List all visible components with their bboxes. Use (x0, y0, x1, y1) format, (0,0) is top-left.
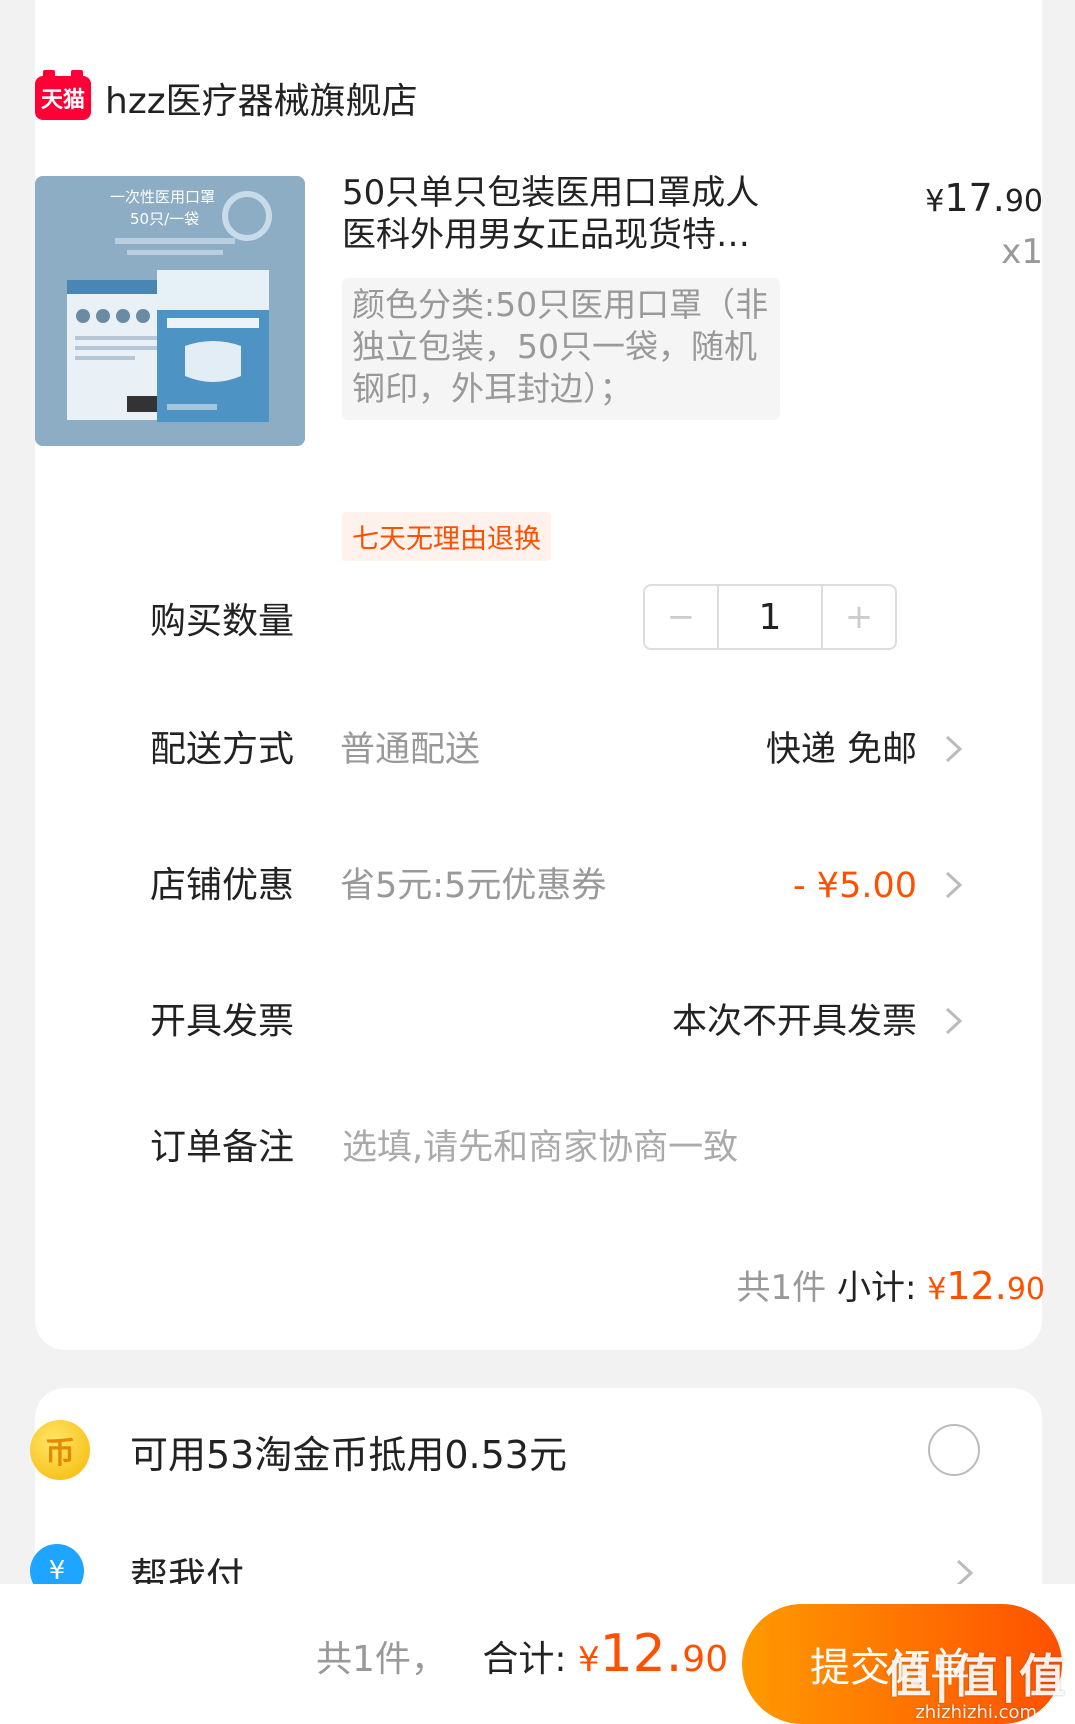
decrement-button[interactable]: − (645, 586, 717, 648)
invoice-value: 本次不开具发票 (671, 1002, 917, 1042)
total-integer: 12. (599, 1624, 683, 1684)
remark-row: 订单备注 (0, 1118, 1007, 1178)
subtotal-amount: ¥12.90 (927, 1264, 1045, 1308)
watermark: 值|值|值 zhizhizhi.com (885, 1640, 1067, 1723)
subtotal: 共1件 小计: ¥12.90 (737, 1260, 1045, 1309)
subtotal-currency: ¥ (927, 1272, 947, 1307)
invoice-row[interactable]: 开具发票 本次不开具发票 (0, 992, 1007, 1052)
product-quantity: x1 (1001, 232, 1043, 272)
coupon-label: 店铺优惠 (150, 865, 295, 906)
subtotal-integer: 12. (946, 1264, 1007, 1308)
shipping-method: 普通配送 (340, 730, 481, 770)
store-header[interactable]: 天猫 hzz医疗器械旗舰店 (35, 70, 418, 124)
total-currency: ¥ (577, 1640, 600, 1680)
total-count: 共1件， (316, 1639, 447, 1680)
increment-button[interactable]: + (823, 586, 895, 648)
image-subtitle: 50只/一袋 (130, 210, 199, 228)
quantity-value[interactable]: 1 (717, 586, 823, 648)
chevron-right-icon (945, 871, 963, 899)
total-amount: ¥12.90 (578, 1624, 728, 1684)
coupon-description: 省5元:5元优惠券 (340, 866, 607, 906)
price-decimal: 90 (1004, 184, 1043, 219)
total-summary: 共1件， 合计: ¥12.90 (316, 1624, 728, 1684)
tmall-logo: 天猫 (35, 70, 91, 120)
total-decimal: 90 (682, 1639, 729, 1680)
quantity-row: 购买数量 − 1 + (0, 584, 1007, 652)
shipping-row[interactable]: 配送方式 普通配送 快递 免邮 (0, 720, 1007, 780)
subtotal-decimal: 90 (1006, 1272, 1045, 1307)
chevron-right-icon (945, 1007, 963, 1035)
remark-input[interactable] (342, 1118, 902, 1178)
return-policy-badge: 七天无理由退换 (342, 512, 551, 561)
shipping-label: 配送方式 (150, 729, 295, 770)
chevron-right-icon (945, 735, 963, 763)
total-label: 合计: (482, 1639, 567, 1680)
remark-label: 订单备注 (150, 1127, 295, 1168)
subtotal-count: 共1件 (736, 1268, 827, 1308)
price-integer: 17. (944, 176, 1005, 220)
mask-package-illustration: 一次性医用口罩 50只/一袋 (35, 176, 305, 446)
coins-radio[interactable] (928, 1424, 980, 1476)
product-price: ¥17.90 (925, 176, 1043, 220)
coins-text: 可用53淘金币抵用0.53元 (130, 1433, 567, 1477)
invoice-label: 开具发票 (150, 1001, 295, 1042)
product-title[interactable]: 50只单只包装医用口罩成人医科外用男女正品现货特价儿… (342, 172, 782, 256)
quantity-stepper: − 1 + (643, 584, 897, 650)
shipping-value: 快递 免邮 (765, 730, 917, 770)
product-image[interactable]: 一次性医用口罩 50只/一袋 (35, 176, 305, 446)
store-name: hzz医疗器械旗舰店 (105, 81, 418, 122)
taobao-coins-row[interactable]: 币 可用53淘金币抵用0.53元 (30, 1418, 1010, 1488)
quantity-label: 购买数量 (150, 601, 295, 642)
product-sku: 颜色分类:50只医用口罩（非独立包装，50只一袋，随机钢印，外耳封边）； (342, 278, 780, 420)
coupon-row[interactable]: 店铺优惠 省5元:5元优惠券 - ¥5.00 (0, 856, 1007, 916)
watermark-logo: 值|值|值 (885, 1649, 1067, 1703)
coupon-value: - ¥5.00 (793, 866, 917, 906)
subtotal-label: 小计: (837, 1268, 917, 1308)
price-currency: ¥ (925, 184, 945, 219)
image-title: 一次性医用口罩 (110, 188, 215, 206)
coin-icon: 币 (30, 1420, 90, 1480)
